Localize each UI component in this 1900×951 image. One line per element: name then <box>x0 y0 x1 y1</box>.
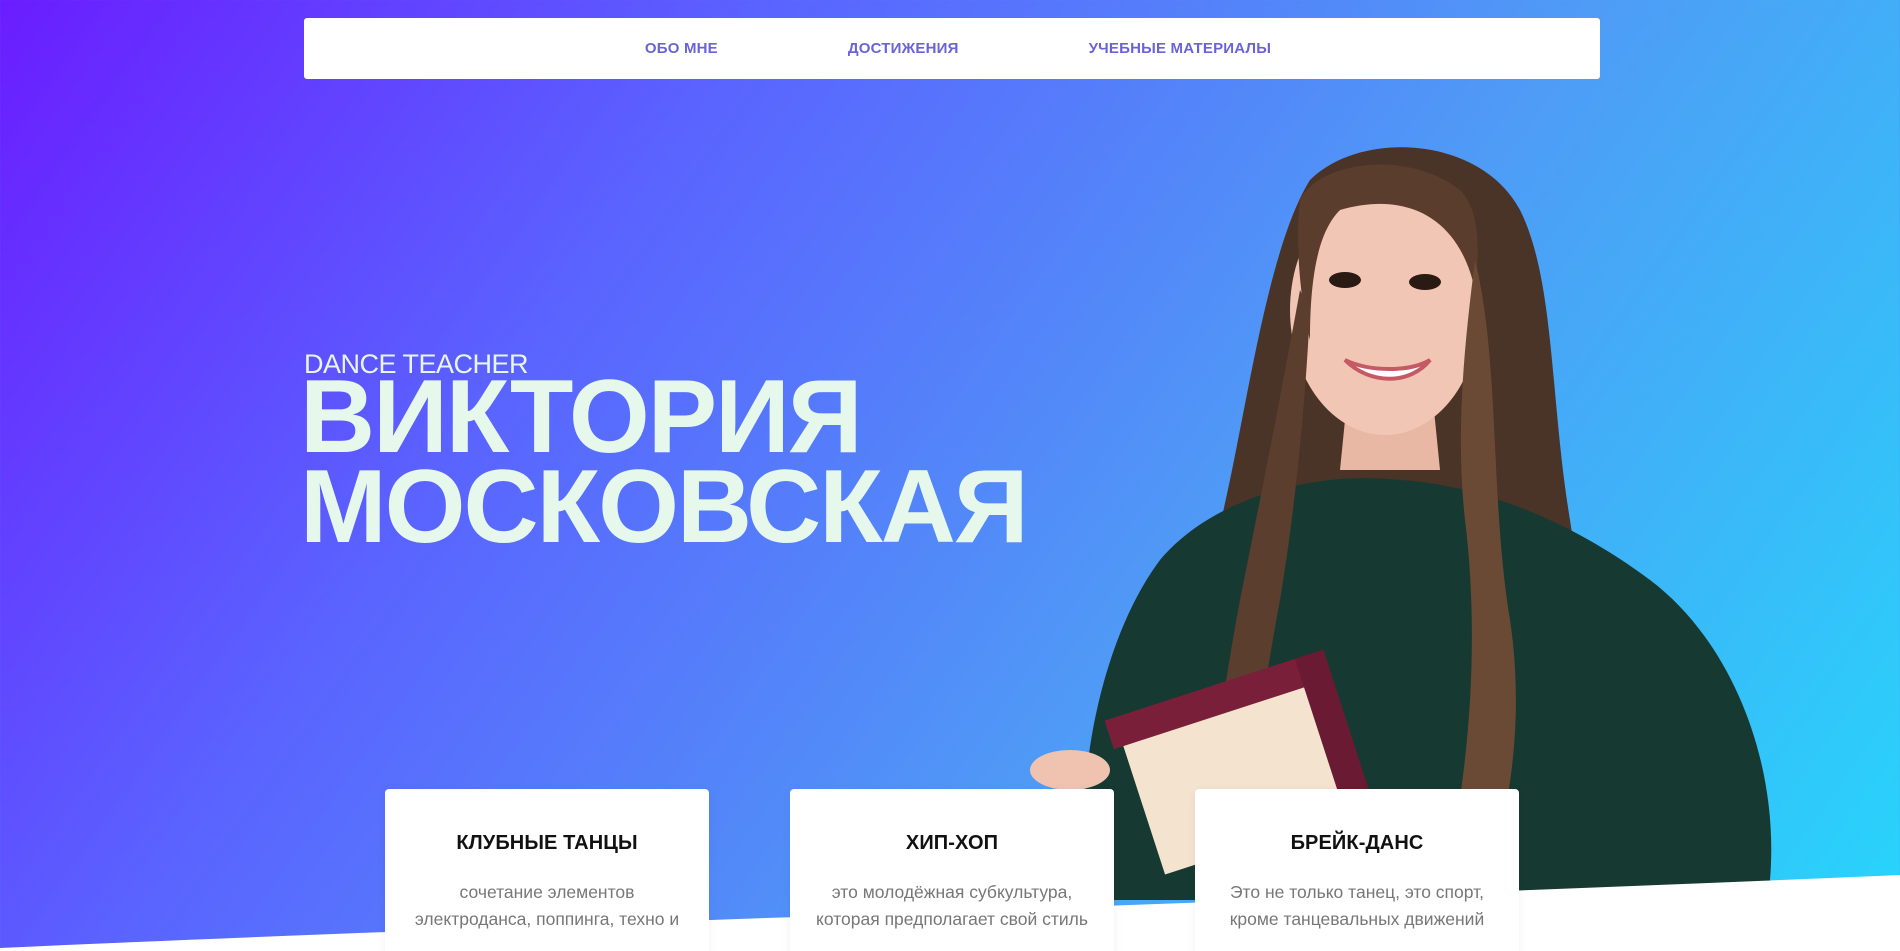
card-title: БРЕЙК-ДАНС <box>1290 832 1424 854</box>
nav-link-about[interactable]: ОБО МНЕ <box>645 40 718 57</box>
card-text: это молодёжная субкультура, которая пред… <box>816 882 1088 929</box>
nav-link-achievements[interactable]: ДОСТИЖЕНИЯ <box>848 40 959 57</box>
top-navigation: ОБО МНЕ ДОСТИЖЕНИЯ УЧЕБНЫЕ МАТЕРИАЛЫ <box>304 18 1600 79</box>
card-breakdance[interactable]: БРЕЙК-ДАНС Это не только танец, это спор… <box>1195 789 1519 951</box>
card-club-dance[interactable]: КЛУБНЫЕ ТАНЦЫ сочетание элементов электр… <box>385 789 709 951</box>
card-title: ХИП-ХОП <box>905 832 999 854</box>
card-text: Это не только танец, это спорт, кроме та… <box>1229 882 1485 929</box>
nav-link-materials[interactable]: УЧЕБНЫЕ МАТЕРИАЛЫ <box>1089 40 1272 57</box>
card-title: КЛУБНЫЕ ТАНЦЫ <box>456 832 638 854</box>
card-hip-hop[interactable]: ХИП-ХОП это молодёжная субкультура, кото… <box>790 789 1114 951</box>
card-text: сочетание элементов электроданса, поппин… <box>414 882 680 929</box>
